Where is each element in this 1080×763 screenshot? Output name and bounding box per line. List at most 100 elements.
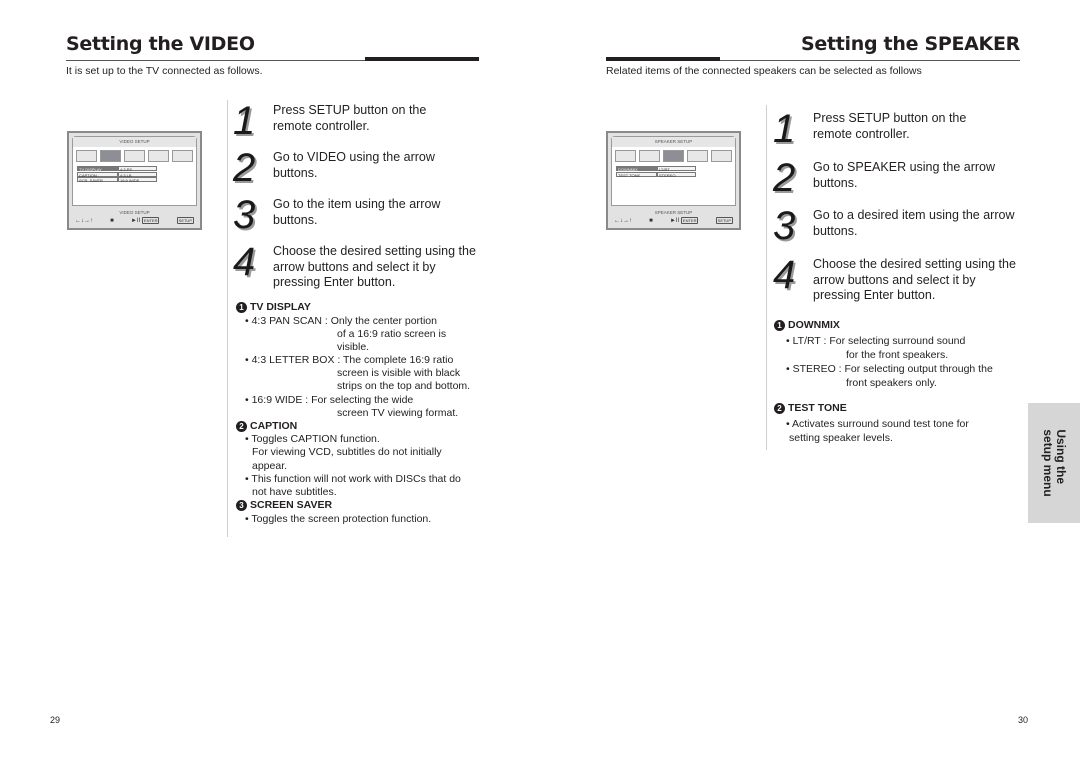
screen-tab (711, 150, 732, 162)
note-line: front speakers only. (846, 377, 937, 389)
note-line: • Toggles the screen protection function… (245, 513, 432, 525)
step-2: 2 Go to VIDEO using the arrow buttons. (233, 146, 435, 190)
note-line: • Activates surround sound test tone for (786, 418, 969, 430)
play-pause-glyph: ►II (669, 217, 680, 224)
screen-footer-controls: ←↓→↑ ■ ►II ENTER SETUP (75, 216, 194, 225)
screen-tab-active (100, 150, 121, 162)
side-tab-label: Using the setup menu (1041, 429, 1068, 497)
speaker-setup-screen-illustration: SPEAKER SETUP DOWNMIX LT/RT TEST TONE STER… (606, 131, 741, 230)
column-divider (227, 100, 228, 537)
step-number: 4 (233, 240, 256, 284)
row-label: TV DISPLAY (77, 166, 118, 172)
row-value: 4:3 LB (118, 171, 157, 178)
screen-tab (172, 150, 193, 162)
stop-icon: ■ (110, 217, 114, 224)
screen-tabs (76, 150, 193, 162)
note-title: TEST TONE (788, 402, 847, 414)
row-value: 16:9 WIDE (118, 177, 157, 183)
circled-number-icon: 1 (236, 301, 247, 313)
note-line: appear. (252, 460, 288, 472)
step-1: 1 Press SETUP button on the remote contro… (773, 107, 967, 151)
enter-key-icon: ENTER (141, 216, 160, 224)
row-value: STEREO (657, 171, 696, 178)
page-subtitle-speaker: Related items of the connected speakers … (606, 65, 922, 77)
step-3: 3 Go to the item using the arrow buttons. (233, 193, 441, 237)
step-4: 4 Choose the desired setting using the ar… (233, 240, 476, 291)
play-pause-glyph: ►II (130, 217, 141, 224)
screen-footer-label: VIDEO SETUP (119, 210, 150, 215)
screen-tab (76, 150, 97, 162)
screen-row: DOWNMIX LT/RT (616, 166, 696, 172)
row-value: 4:3 PS (118, 166, 157, 172)
step-number: 3 (233, 193, 256, 237)
step-number: 1 (773, 107, 796, 151)
note-line: • LT/RT : For selecting surround sound (786, 335, 966, 347)
section-side-tab: Using the setup menu (1028, 403, 1080, 523)
step-2: 2 Go to SPEAKER using the arrow buttons. (773, 156, 995, 200)
circled-number-icon: 3 (236, 499, 247, 511)
note-heading-tv-display: 1 TV DISPLAY (236, 301, 311, 313)
screen-row: TEST TONE STEREO (616, 171, 696, 178)
note-line: of a 16:9 ratio screen is (337, 328, 447, 340)
note-title: CAPTION (250, 420, 298, 432)
page-subtitle-video: It is set up to the TV connected as foll… (66, 65, 263, 77)
note-heading-test-tone: 2 TEST TONE (774, 402, 847, 414)
note-line: • 16:9 WIDE : For selecting the wide (245, 394, 414, 406)
screen-header: VIDEO SETUP (73, 137, 196, 147)
note-line: screen is visible with black (337, 367, 461, 379)
step-number: 3 (773, 204, 796, 248)
note-line: not have subtitles. (252, 486, 337, 498)
screen-footer-label: SPEAKER SETUP (654, 210, 693, 215)
screen-menu-rows: DOWNMIX LT/RT TEST TONE STEREO (616, 166, 696, 178)
row-value: LT/RT (657, 166, 696, 172)
step-text: Go to the item using the arrow buttons. (273, 197, 441, 227)
note-line: For viewing VCD, subtitles do not initia… (252, 446, 442, 458)
circled-number-icon: 1 (774, 319, 785, 331)
note-line: • 4:3 PAN SCAN : Only the center portion (245, 315, 437, 327)
screen-footer-controls: ←↓→↑ ■ ►II ENTER SETUP (614, 216, 733, 225)
stop-icon: ■ (649, 217, 653, 224)
row-label: CAPTION (77, 171, 118, 178)
screen-row: CAPTION 4:3 LB (77, 171, 157, 178)
step-text: Go to VIDEO using the arrow buttons. (273, 150, 435, 180)
step-number: 4 (773, 253, 796, 297)
screen-row: TV DISPLAY 4:3 PS (77, 166, 157, 172)
note-title: DOWNMIX (788, 319, 840, 331)
arrow-keys-icon: ←↓→↑ (614, 217, 632, 224)
play-pause-icon: ►II ENTER (130, 216, 160, 224)
note-title: TV DISPLAY (250, 301, 311, 313)
note-line: screen TV viewing format. (337, 407, 459, 419)
step-1: 1 Press SETUP button on the remote contro… (233, 101, 427, 141)
circled-number-icon: 2 (774, 402, 785, 414)
note-line: visible. (337, 341, 370, 353)
row-label: TEST TONE (616, 171, 657, 178)
screen-header: SPEAKER SETUP (612, 137, 735, 147)
screen-tabs (615, 150, 732, 162)
screen-tab (687, 150, 708, 162)
title-rule-accent (365, 57, 479, 61)
page-title-speaker: Setting the SPEAKER (800, 33, 1020, 55)
step-text: Press SETUP button on the remote controll… (813, 111, 967, 141)
screen-menu-rows: TV DISPLAY 4:3 PS CAPTION 4:3 LB SCR. SAVE… (77, 166, 157, 183)
screen-tab (148, 150, 169, 162)
note-line: • This function will not work with DISCs… (245, 473, 461, 485)
screen-tab (124, 150, 145, 162)
step-text: Go to a desired item using the arrow butt… (813, 208, 1015, 238)
step-4: 4 Choose the desired setting using the ar… (773, 253, 1016, 304)
play-pause-icon: ►II ENTER (669, 216, 699, 224)
step-3: 3 Go to a desired item using the arrow bu… (773, 204, 1015, 248)
note-line: • STEREO : For selecting output through … (786, 363, 993, 375)
step-text: Press SETUP button on the remote controll… (273, 103, 427, 133)
note-line: • 4:3 LETTER BOX : The complete 16:9 rat… (245, 354, 454, 366)
note-line: for the front speakers. (846, 349, 949, 361)
row-label: SCR. SAVER (77, 177, 118, 183)
screen-tab-active (663, 150, 684, 162)
step-number: 2 (233, 146, 256, 190)
step-text: Choose the desired setting using the arro… (813, 257, 1016, 302)
setup-key-icon: SETUP (176, 217, 194, 224)
step-number: 2 (773, 156, 796, 200)
row-label: DOWNMIX (616, 166, 657, 172)
column-divider (766, 105, 767, 450)
note-heading-downmix: 1 DOWNMIX (774, 319, 840, 331)
screen-tab (615, 150, 636, 162)
